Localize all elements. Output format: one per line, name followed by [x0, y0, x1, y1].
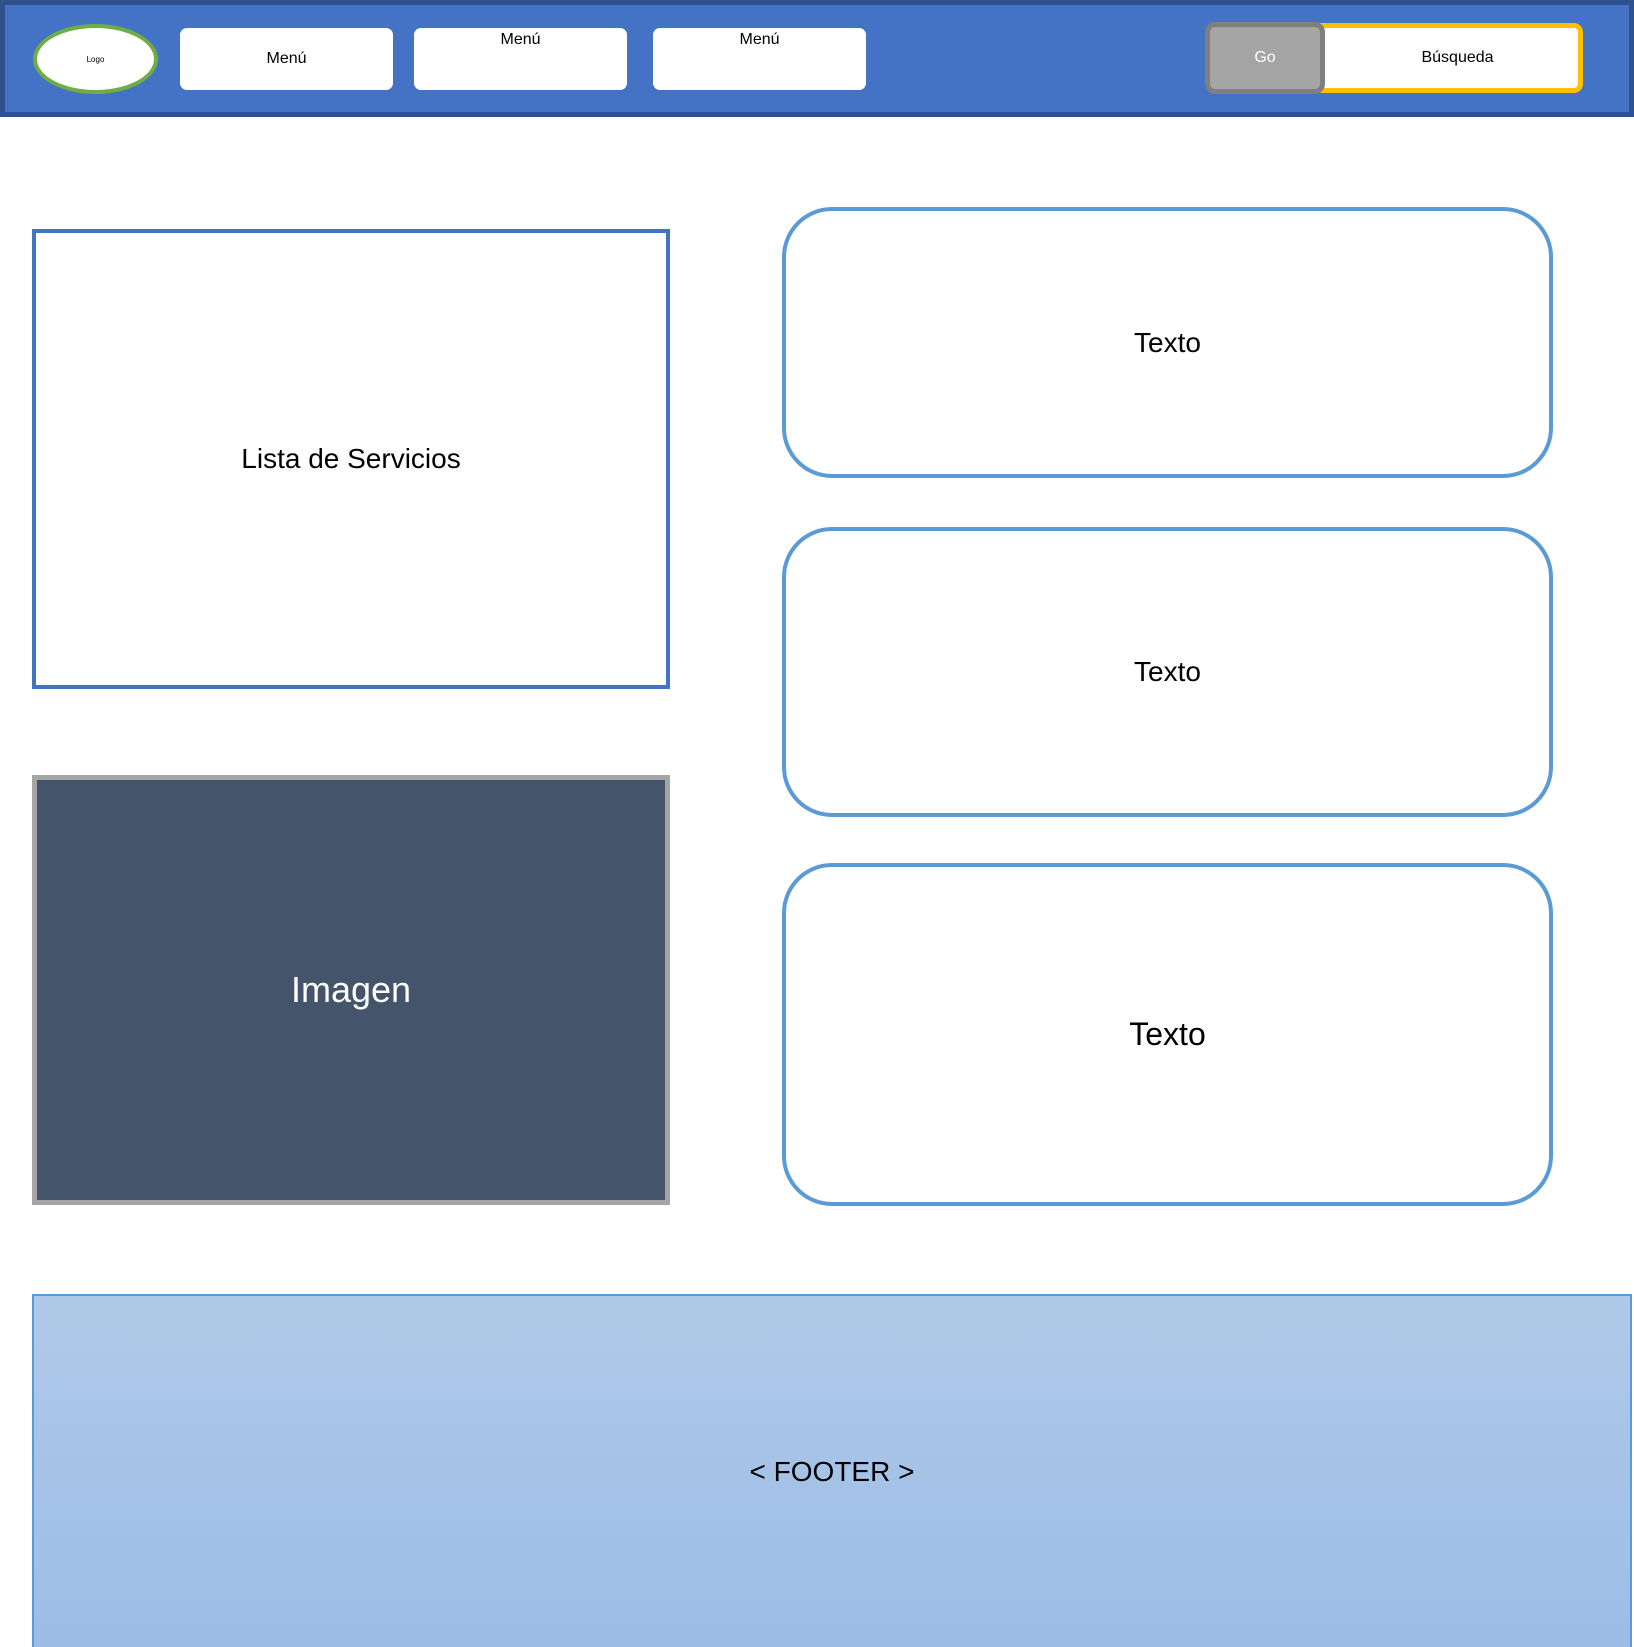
menu-label: Menú — [500, 31, 541, 48]
footer: < FOOTER > — [32, 1294, 1632, 1647]
text-card-label: Texto — [1129, 1016, 1206, 1052]
image-placeholder: Imagen — [32, 775, 670, 1205]
menu-label: Menú — [266, 50, 307, 67]
search-input[interactable]: Búsqueda — [1312, 23, 1583, 93]
search-placeholder: Búsqueda — [1421, 49, 1494, 66]
footer-label: < FOOTER > — [749, 1455, 915, 1487]
text-card-label: Texto — [1134, 656, 1201, 687]
text-card-label: Texto — [1134, 326, 1201, 358]
menu-button-1[interactable]: Menú — [180, 28, 393, 90]
logo[interactable]: Logo — [33, 24, 158, 94]
logo-label: Logo — [86, 54, 105, 64]
image-label: Imagen — [290, 969, 412, 1010]
services-list-box: Lista de Servicios — [32, 229, 670, 689]
go-button[interactable]: Go — [1205, 22, 1325, 94]
menu-label: Menú — [739, 31, 780, 48]
text-card-1: Texto — [782, 207, 1553, 478]
services-label: Lista de Servicios — [241, 443, 461, 474]
menu-button-2[interactable]: Menú — [414, 28, 627, 90]
menu-button-3[interactable]: Menú — [653, 28, 866, 90]
text-card-2: Texto — [782, 527, 1553, 817]
go-label: Go — [1254, 49, 1276, 66]
text-card-3: Texto — [782, 863, 1553, 1206]
